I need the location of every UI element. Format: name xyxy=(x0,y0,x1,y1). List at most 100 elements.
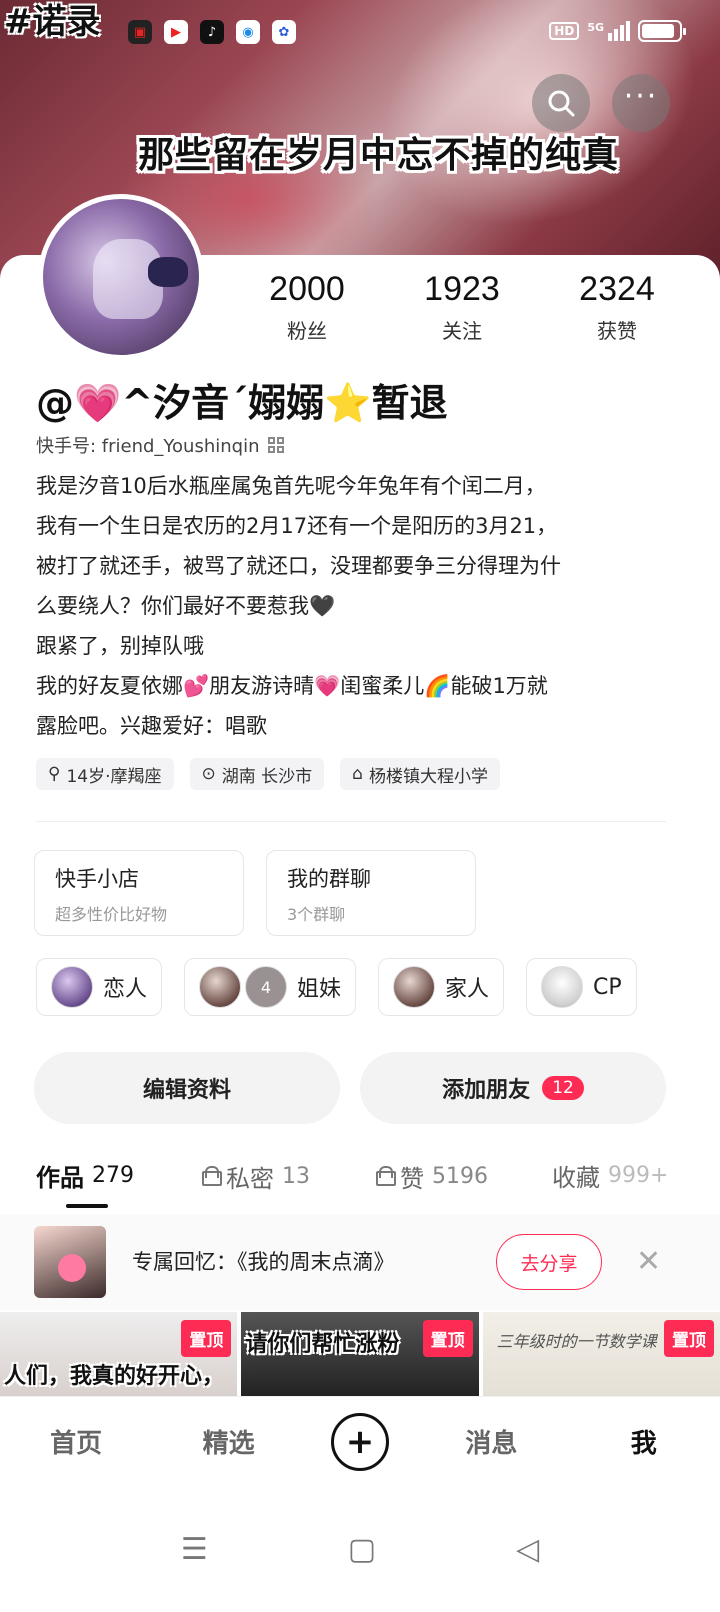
menu-icon[interactable]: ☰ xyxy=(181,1532,208,1567)
video-thumbnail[interactable]: 请你们帮忙涨粉 置顶 xyxy=(241,1312,479,1396)
active-tab-indicator xyxy=(66,1204,108,1208)
signal-icon: 5G xyxy=(587,21,630,41)
content-tabs: 作品 279 私密 13 赞 5196 收藏 999+ xyxy=(36,1158,668,1194)
close-icon[interactable]: ✕ xyxy=(636,1244,661,1279)
feature-subtitle: 3个群聊 xyxy=(287,905,346,924)
home-icon[interactable]: ▢ xyxy=(348,1532,376,1567)
divider xyxy=(36,821,666,822)
pinned-badge: 置顶 xyxy=(422,1320,473,1357)
back-icon[interactable]: ◁ xyxy=(516,1532,539,1567)
tab-label: 收藏 xyxy=(552,1164,600,1192)
bio-line: 跟紧了，别掉队哦 xyxy=(36,634,204,658)
kuaishou-id-text: 快手号: friend_Youshinqin xyxy=(36,436,260,457)
bio: 我是汐音10后水瓶座属兔首先呢今年兔年有个闰二月， 我有一个生日是农历的2月17… xyxy=(36,466,686,746)
feature-title: 快手小店 xyxy=(55,867,139,891)
qr-code-icon[interactable] xyxy=(267,437,284,453)
create-button[interactable]: + xyxy=(330,1412,389,1471)
add-friend-button[interactable]: 添加朋友 12 xyxy=(360,1052,666,1124)
status-bar-right: HD 5G xyxy=(549,20,686,42)
relation-family[interactable]: 家人 xyxy=(378,958,505,1016)
play-app-icon: ▶ xyxy=(164,20,188,44)
works-grid: 人们，我真的好开心， 置顶 请你们帮忙涨粉 置顶 三年级时的一节数学课 置顶 xyxy=(0,1312,720,1396)
stat-number: 2324 xyxy=(579,270,655,308)
pinned-badge: 置顶 xyxy=(181,1320,232,1357)
tab-count: 999+ xyxy=(608,1163,669,1188)
edit-profile-button[interactable]: 编辑资料 xyxy=(34,1052,340,1124)
relation-label: 姐妹 xyxy=(297,977,342,1002)
school-icon: ⌂ xyxy=(352,764,363,784)
relation-count: 4 xyxy=(260,977,272,997)
relation-label: CP xyxy=(593,974,622,1000)
relation-cp[interactable]: CP xyxy=(526,958,637,1016)
bio-line: 我是汐音10后水瓶座属兔首先呢今年兔年有个闰二月， xyxy=(36,474,546,498)
baidu-icon: ✿ xyxy=(272,20,296,44)
video-thumbnail[interactable]: 三年级时的一节数学课 置顶 xyxy=(482,1312,720,1396)
avatar xyxy=(199,966,242,1008)
group-chat-card[interactable]: 我的群聊 3个群聊 xyxy=(266,850,476,936)
tab-count: 5196 xyxy=(432,1163,488,1189)
notification-badge: 12 xyxy=(542,1076,584,1100)
avatar-count: 4 xyxy=(245,966,288,1008)
gender-icon: ⚲ xyxy=(48,764,61,784)
memory-thumbnail xyxy=(34,1226,106,1298)
profile-tags: ⚲ 14岁·摩羯座 ⊙ 湖南 长沙市 ⌂ 杨楼镇大程小学 xyxy=(36,758,500,790)
lock-icon xyxy=(376,1166,396,1186)
avatar[interactable] xyxy=(38,194,204,360)
browser-icon: ◉ xyxy=(236,20,260,44)
nav-messages[interactable]: 消息 xyxy=(441,1423,541,1460)
system-nav-bar: ☰ ▢ ◁ xyxy=(0,1486,720,1612)
kuaishou-shop-card[interactable]: 快手小店 超多性价比好物 xyxy=(34,850,244,936)
tab-count: 279 xyxy=(92,1163,134,1188)
tab-works[interactable]: 作品 279 xyxy=(36,1158,202,1193)
following-stat[interactable]: 1923 关注 xyxy=(387,270,537,344)
tab-label: 私密 xyxy=(226,1164,274,1193)
tab-favorites[interactable]: 收藏 999+ xyxy=(552,1158,668,1193)
avatar xyxy=(541,966,584,1008)
relation-sisters[interactable]: 4 姐妹 xyxy=(184,958,357,1016)
cover-caption: 那些留在岁月中忘不掉的纯真 xyxy=(138,135,620,176)
kuaishou-id[interactable]: 快手号: friend_Youshinqin xyxy=(36,432,284,458)
nav-featured[interactable]: 精选 xyxy=(179,1423,279,1460)
relation-lover[interactable]: 恋人 xyxy=(36,958,163,1016)
tab-private[interactable]: 私密 13 xyxy=(202,1159,376,1194)
button-label: 编辑资料 xyxy=(142,1078,231,1103)
more-button[interactable]: ··· xyxy=(612,74,670,132)
stat-label: 关注 xyxy=(442,319,482,343)
stat-number: 2000 xyxy=(269,270,345,308)
nav-home[interactable]: 首页 xyxy=(26,1423,126,1460)
tab-label: 赞 xyxy=(400,1164,424,1193)
more-icon: ··· xyxy=(623,79,659,114)
battery-icon xyxy=(638,20,686,42)
nickname: @💗^汐音ˊ嫋嫋⭐暂退 xyxy=(36,381,448,425)
tag-text: 杨楼镇大程小学 xyxy=(368,766,488,787)
video-caption: 三年级时的一节数学课 xyxy=(496,1332,657,1351)
avatar xyxy=(393,966,436,1008)
plus-icon: + xyxy=(345,1421,375,1462)
school-tag: ⌂ 杨楼镇大程小学 xyxy=(340,758,500,790)
search-button[interactable] xyxy=(532,74,590,132)
tag-text: 湖南 长沙市 xyxy=(221,766,313,787)
memory-banner[interactable]: 专属回忆：《我的周末点滴》 去分享 ✕ xyxy=(0,1214,720,1310)
feature-title: 我的群聊 xyxy=(287,867,371,891)
likes-stat[interactable]: 2324 获赞 xyxy=(542,270,692,344)
relation-label: 恋人 xyxy=(103,977,148,1002)
network-type: 5G xyxy=(587,21,604,34)
tab-likes[interactable]: 赞 5196 xyxy=(376,1159,552,1194)
button-label: 添加朋友 xyxy=(442,1078,531,1103)
share-button[interactable]: 去分享 xyxy=(496,1234,602,1290)
bio-line: 被打了就还手，被骂了就还口，没理都要争三分得理为什 xyxy=(36,554,561,578)
tag-text: 14岁·摩羯座 xyxy=(66,766,162,787)
nav-me[interactable]: 我 xyxy=(594,1423,694,1460)
feature-subtitle: 超多性价比好物 xyxy=(55,905,168,924)
relation-label: 家人 xyxy=(445,977,490,1002)
video-thumbnail[interactable]: 人们，我真的好开心， 置顶 xyxy=(0,1312,238,1396)
stat-label: 粉丝 xyxy=(287,319,327,343)
bio-line: 我有一个生日是农历的2月17还有一个是阳历的3月21， xyxy=(36,514,558,538)
bottom-nav: 首页 精选 + 消息 我 xyxy=(0,1396,720,1486)
memory-text: 专属回忆：《我的周末点滴》 xyxy=(132,1250,395,1274)
video-app-icon: ▣ xyxy=(128,20,152,44)
notification-icons: ▣ ▶ ♪ ◉ ✿ xyxy=(128,20,296,44)
tiktok-icon: ♪ xyxy=(200,20,224,44)
followers-stat[interactable]: 2000 粉丝 xyxy=(232,270,382,344)
location-tag: ⊙ 湖南 长沙市 xyxy=(189,758,325,790)
